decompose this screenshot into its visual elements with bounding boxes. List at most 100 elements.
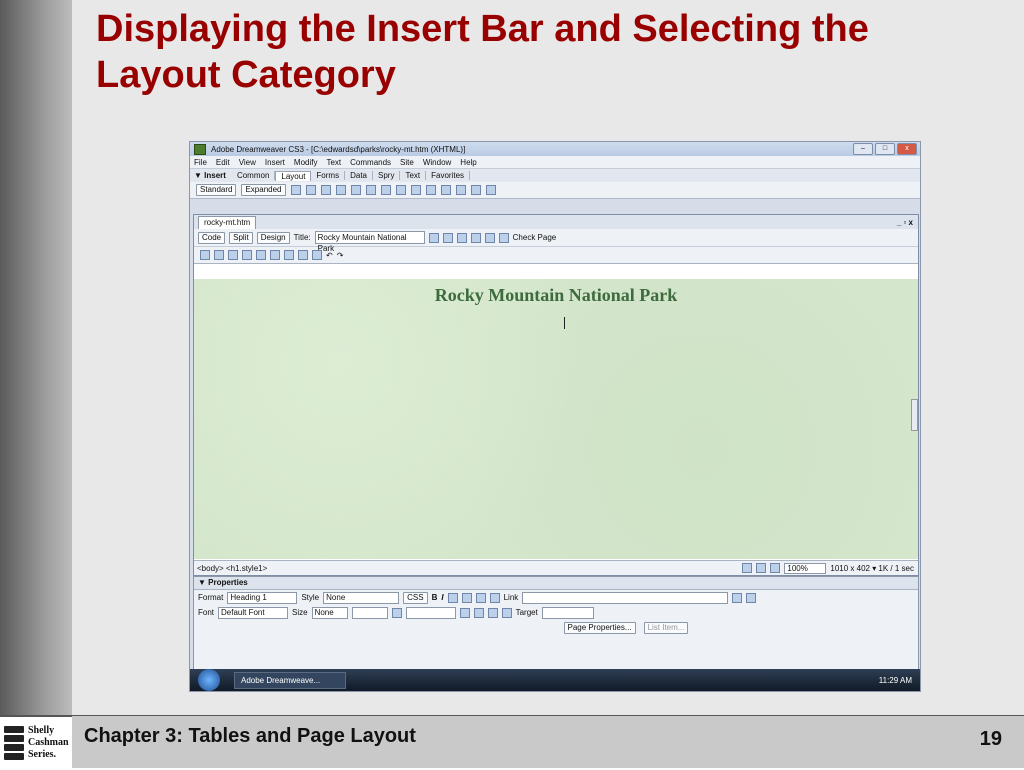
tab-data[interactable]: Data xyxy=(345,171,373,180)
standard-mode-button[interactable]: Standard xyxy=(196,184,237,196)
save-icon[interactable] xyxy=(242,250,252,260)
check-page-button[interactable]: Check Page xyxy=(513,233,557,242)
close-button[interactable]: x xyxy=(897,143,917,155)
size-select[interactable]: None xyxy=(311,606,348,619)
file-management-icon[interactable] xyxy=(428,232,439,243)
zoom-tool-icon[interactable] xyxy=(770,563,781,573)
new-document-icon[interactable] xyxy=(200,250,210,260)
tab-common[interactable]: Common xyxy=(232,171,276,180)
slide-left-bar xyxy=(0,0,72,715)
design-view-button[interactable]: Design xyxy=(256,231,290,244)
menu-help[interactable]: Help xyxy=(460,158,476,167)
tab-forms[interactable]: Forms xyxy=(311,171,346,180)
page-heading[interactable]: Rocky Mountain National Park xyxy=(194,285,918,306)
frames-icon[interactable] xyxy=(455,185,466,195)
undo-icon[interactable]: ↶ xyxy=(326,251,333,260)
css-button[interactable]: CSS xyxy=(403,591,428,604)
justify-icon[interactable] xyxy=(489,592,500,603)
target-select[interactable] xyxy=(541,606,594,619)
insert-column-left-icon[interactable] xyxy=(410,185,421,195)
ap-div-icon[interactable] xyxy=(335,185,346,195)
bold-button[interactable]: B xyxy=(432,593,438,602)
browse-bridge-icon[interactable] xyxy=(228,250,238,260)
menu-insert[interactable]: Insert xyxy=(265,158,285,167)
menu-modify[interactable]: Modify xyxy=(294,158,318,167)
text-color-input[interactable] xyxy=(405,606,456,619)
start-button[interactable] xyxy=(198,669,220,691)
zoom-select[interactable]: 100% xyxy=(784,562,827,574)
select-tool-icon[interactable] xyxy=(742,563,753,573)
refresh-icon[interactable] xyxy=(456,232,467,243)
list-item-button[interactable]: List Item... xyxy=(643,621,689,634)
iframe-icon[interactable] xyxy=(440,185,451,195)
align-center-icon[interactable] xyxy=(461,592,472,603)
menu-text[interactable]: Text xyxy=(326,158,341,167)
cut-icon[interactable] xyxy=(284,250,294,260)
design-view[interactable]: Rocky Mountain National Park xyxy=(194,279,918,559)
hand-tool-icon[interactable] xyxy=(756,563,767,573)
menu-window[interactable]: Window xyxy=(423,158,451,167)
layer-icon[interactable] xyxy=(305,185,316,195)
format-select[interactable]: Heading 1 xyxy=(227,591,298,604)
point-to-file-icon[interactable] xyxy=(732,592,743,603)
italic-button[interactable]: I xyxy=(441,593,443,602)
align-right-icon[interactable] xyxy=(475,592,486,603)
tab-spry[interactable]: Spry xyxy=(373,171,401,180)
insert-row-above-icon[interactable] xyxy=(380,185,391,195)
panel-collapse-handle[interactable] xyxy=(911,399,918,431)
insert-bar-label[interactable]: ▼ Insert xyxy=(194,171,226,180)
tab-favorites[interactable]: Favorites xyxy=(426,171,471,180)
view-options-icon[interactable] xyxy=(470,232,481,243)
layout-cell-icon[interactable] xyxy=(365,185,376,195)
split-view-button[interactable]: Split xyxy=(229,231,253,244)
menu-site[interactable]: Site xyxy=(400,158,414,167)
ordered-list-icon[interactable] xyxy=(473,607,484,618)
document-window-controls[interactable]: _ ▫ x xyxy=(897,218,913,227)
preview-browser-icon[interactable] xyxy=(442,232,453,243)
text-indent-icon[interactable] xyxy=(501,607,512,618)
code-view-button[interactable]: Code xyxy=(198,231,226,244)
title-input[interactable]: Rocky Mountain National Park xyxy=(314,231,425,253)
validate-markup-icon[interactable] xyxy=(498,232,509,243)
spry-menu-icon[interactable] xyxy=(485,185,496,195)
maximize-button[interactable]: □ xyxy=(875,143,895,155)
div-tag-icon[interactable] xyxy=(320,185,331,195)
tab-layout[interactable]: Layout xyxy=(275,170,312,181)
minimize-button[interactable]: – xyxy=(853,143,873,155)
document-status-bar: <body> <h1.style1> 100% 1010 x 402 ▾ 1K … xyxy=(194,560,918,575)
document-tab[interactable]: rocky-mt.htm xyxy=(198,216,257,229)
layout-table-icon[interactable] xyxy=(350,185,361,195)
taskbar-dreamweaver-item[interactable]: Adobe Dreamweave... xyxy=(234,671,346,689)
visual-aids-icon[interactable] xyxy=(484,232,495,243)
document-toolbar: Code Split Design Title: Rocky Mountain … xyxy=(194,229,918,253)
tab-text[interactable]: Text xyxy=(400,171,427,180)
menu-commands[interactable]: Commands xyxy=(350,158,391,167)
insert-column-right-icon[interactable] xyxy=(425,185,436,195)
text-outdent-icon[interactable] xyxy=(487,607,498,618)
insert-row-below-icon[interactable] xyxy=(395,185,406,195)
font-select[interactable]: Default Font xyxy=(218,606,289,619)
menu-view[interactable]: View xyxy=(239,158,256,167)
align-left-icon[interactable] xyxy=(447,592,458,603)
paste-icon[interactable] xyxy=(312,250,322,260)
unordered-list-icon[interactable] xyxy=(459,607,470,618)
link-input[interactable] xyxy=(522,591,729,604)
copy-icon[interactable] xyxy=(298,250,308,260)
page-properties-button[interactable]: Page Properties... xyxy=(563,621,636,634)
open-icon[interactable] xyxy=(214,250,224,260)
style-select[interactable]: None xyxy=(323,591,400,604)
table-icon[interactable] xyxy=(290,185,301,195)
redo-icon[interactable]: ↷ xyxy=(337,251,344,260)
tabular-data-icon[interactable] xyxy=(470,185,481,195)
properties-header[interactable]: ▼ Properties xyxy=(194,577,918,590)
menu-edit[interactable]: Edit xyxy=(216,158,230,167)
print-code-icon[interactable] xyxy=(270,250,280,260)
save-all-icon[interactable] xyxy=(256,250,266,260)
text-color-icon[interactable] xyxy=(391,607,402,618)
browse-folder-icon[interactable] xyxy=(746,592,757,603)
expanded-mode-button[interactable]: Expanded xyxy=(241,184,286,196)
window-size-info[interactable]: 1010 x 402 ▾ 1K / 1 sec xyxy=(830,564,914,573)
size-unit-select[interactable] xyxy=(351,606,388,619)
menu-file[interactable]: File xyxy=(194,158,207,167)
tag-selector[interactable]: <body> <h1.style1> xyxy=(197,564,267,573)
